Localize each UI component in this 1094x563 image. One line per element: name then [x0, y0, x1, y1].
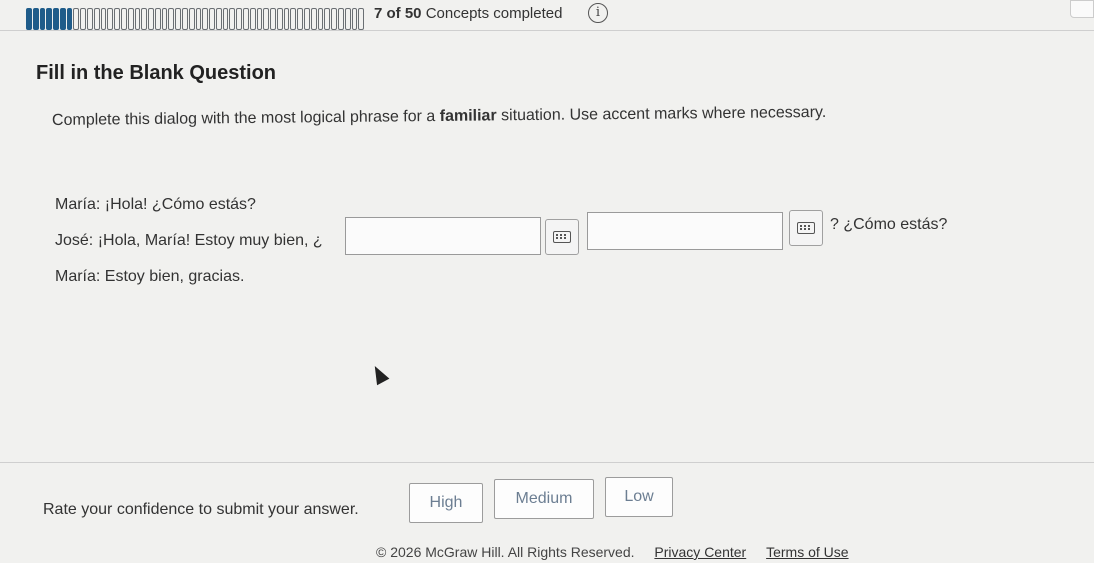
- progress-segment: [181, 8, 188, 30]
- progress-segment: [276, 8, 283, 30]
- dialog-line-jose-end: ? ¿Cómo estás?: [830, 216, 948, 233]
- progress-segment: [331, 8, 337, 30]
- progress-segment: [209, 8, 215, 30]
- progress-segment-complete: [66, 8, 73, 30]
- instruction-bold: familiar: [439, 107, 497, 125]
- progress-segment: [107, 8, 114, 30]
- progress-segment: [114, 8, 120, 30]
- progress-segment: [229, 8, 236, 30]
- dialog-line-maria-2: María: Estoy bien, gracias.: [55, 268, 245, 285]
- progress-segment: [215, 8, 222, 30]
- progress-segment: [358, 8, 365, 30]
- progress-segment: [351, 8, 358, 30]
- answer-blank-2[interactable]: [587, 212, 783, 250]
- progress-segment-complete: [32, 8, 39, 30]
- progress-segment: [243, 8, 249, 30]
- progress-segment: [202, 8, 209, 30]
- progress-segment: [263, 8, 270, 30]
- divider: [0, 462, 1094, 463]
- keyboard-button-2[interactable]: [789, 210, 823, 246]
- instruction-text-2: situation. Use accent marks where necess…: [496, 103, 827, 125]
- progress-segment: [134, 8, 141, 30]
- progress-segment: [283, 8, 290, 30]
- progress-segment: [127, 8, 134, 30]
- progress-segment: [148, 8, 154, 30]
- progress-label: Concepts completed: [425, 5, 563, 22]
- info-icon[interactable]: i: [588, 3, 608, 23]
- progress-segment: [304, 8, 310, 30]
- progress-segment: [100, 8, 107, 30]
- progress-segment-complete: [26, 8, 32, 30]
- progress-segment: [256, 8, 263, 30]
- progress-segment: [175, 8, 181, 30]
- dialog-line-jose: José: ¡Hola, María! Estoy muy bien, ¿: [55, 232, 323, 249]
- progress-segment-complete: [39, 8, 46, 30]
- progress-segment: [270, 8, 276, 30]
- progress-segment: [236, 8, 242, 30]
- copyright-text: © 2026 McGraw Hill. All Rights Reserved.: [376, 544, 635, 560]
- confidence-medium-button[interactable]: Medium: [494, 479, 594, 519]
- progress-segment: [249, 8, 256, 30]
- instruction-text-1: Complete this dialog with the most logic…: [51, 107, 440, 129]
- progress-bar: [26, 8, 365, 30]
- terms-of-use-link[interactable]: Terms of Use: [766, 544, 848, 560]
- progress-segment: [297, 8, 304, 30]
- answer-blank-1[interactable]: [345, 217, 541, 255]
- keyboard-icon: [553, 231, 571, 243]
- confidence-low-button[interactable]: Low: [605, 477, 673, 517]
- progress-segment-complete: [59, 8, 66, 30]
- keyboard-button-1[interactable]: [545, 219, 579, 255]
- confidence-label: Rate your confidence to submit your answ…: [43, 501, 359, 518]
- divider: [0, 30, 1094, 31]
- question-instruction: Complete this dialog with the most logic…: [52, 104, 826, 130]
- progress-text: 7 of 50 Concepts completed: [374, 5, 562, 22]
- progress-segment-complete: [53, 8, 59, 30]
- top-bar: 7 of 50 Concepts completed i: [0, 0, 1094, 30]
- progress-segment: [222, 8, 229, 30]
- progress-segment: [80, 8, 87, 30]
- keyboard-icon: [797, 222, 815, 234]
- progress-segment: [310, 8, 317, 30]
- footer: © 2026 McGraw Hill. All Rights Reserved.…: [376, 544, 849, 560]
- progress-segment: [344, 8, 351, 30]
- progress-segment: [154, 8, 161, 30]
- confidence-high-button[interactable]: High: [409, 483, 483, 523]
- question-heading: Fill in the Blank Question: [36, 62, 277, 84]
- progress-segment: [317, 8, 324, 30]
- progress-segment: [120, 8, 127, 30]
- progress-segment-complete: [46, 8, 53, 30]
- dialog-line-maria-1: María: ¡Hola! ¿Cómo estás?: [55, 196, 256, 213]
- corner-button[interactable]: [1070, 0, 1094, 18]
- progress-segment: [168, 8, 175, 30]
- progress-segment: [337, 8, 344, 30]
- progress-segment: [93, 8, 100, 30]
- mouse-cursor-icon: [368, 362, 390, 386]
- progress-segment: [87, 8, 93, 30]
- progress-segment: [73, 8, 80, 30]
- progress-count: 7 of 50: [374, 5, 422, 22]
- progress-segment: [290, 8, 297, 30]
- progress-segment: [195, 8, 202, 30]
- progress-segment: [188, 8, 195, 30]
- progress-segment: [324, 8, 331, 30]
- privacy-center-link[interactable]: Privacy Center: [654, 544, 746, 560]
- progress-segment: [141, 8, 148, 30]
- progress-segment: [161, 8, 168, 30]
